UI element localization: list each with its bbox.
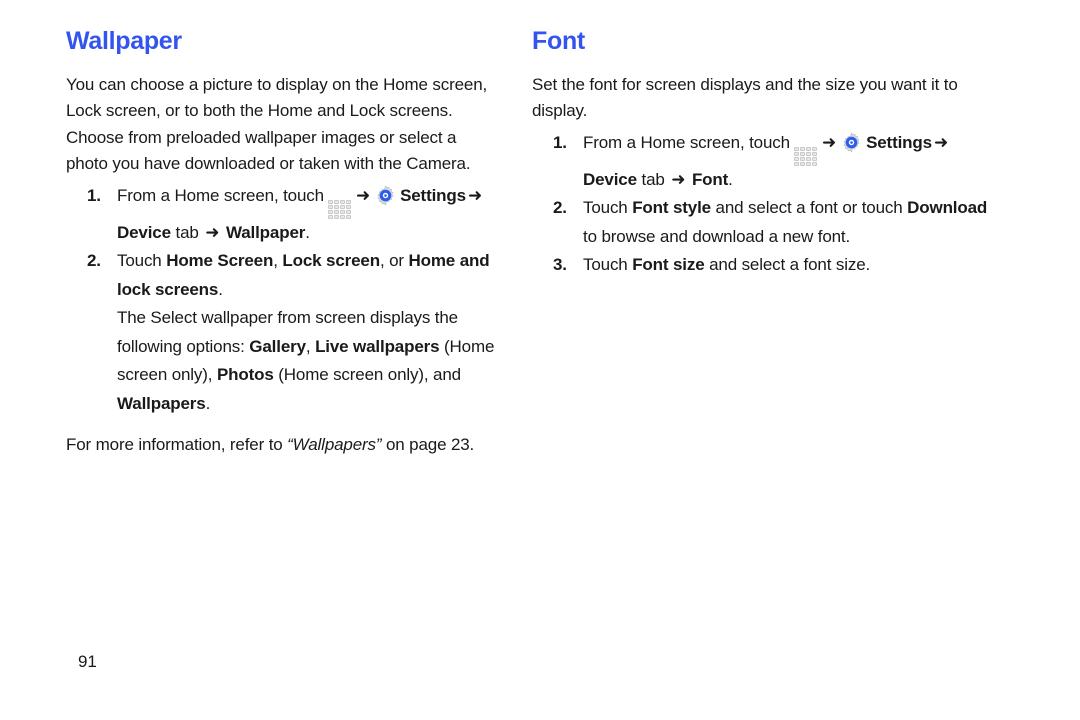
font-style-option: Font style [632, 198, 711, 218]
note-part-0: For more information, refer to [66, 435, 288, 455]
fstep3-part-0: Touch [583, 255, 633, 275]
font-size-option: Font size [632, 255, 705, 275]
wallpaper-step2-subparagraph: The Select wallpaper from screen display… [117, 304, 500, 418]
document-page: Wallpaper You can choose a picture to di… [0, 0, 1080, 720]
period: . [728, 169, 733, 189]
arrow-icon: ➜ [821, 132, 837, 152]
sub-part-8: . [205, 393, 211, 413]
period: . [305, 222, 310, 242]
settings-label: Settings [866, 132, 932, 152]
note-part-2: on page 23. [381, 435, 475, 455]
step-number: 2. [87, 251, 101, 271]
wallpaper-step-1: 1. From a Home screen, touch ➜ Settings ➜ D… [66, 182, 500, 248]
fstep2-part-4: to browse and download a new font. [583, 226, 851, 246]
tab-word: tab [170, 222, 204, 242]
wallpapers-option: Wallpapers [117, 393, 206, 413]
fstep3-part-2: and select a font size. [704, 255, 871, 275]
arrow-icon-2: ➜ [933, 132, 949, 152]
arrow-icon-3: ➜ [671, 169, 686, 189]
step-number: 2. [553, 198, 567, 218]
settings-gear-icon[interactable] [841, 131, 862, 153]
step2-part-2: , [273, 251, 283, 271]
sub-part-6: (Home screen only), and [273, 365, 461, 385]
wallpaper-menu-label: Wallpaper [225, 222, 306, 242]
home-screen-option: Home Screen [166, 251, 274, 271]
settings-label: Settings [400, 185, 466, 205]
page-number: 91 [78, 652, 97, 671]
font-step-3: 3. Touch Font size and select a font size… [532, 251, 1000, 280]
two-column-body: Wallpaper You can choose a picture to di… [0, 27, 1080, 477]
font-menu-label: Font [691, 169, 729, 189]
font-intro-paragraph: Set the font for screen displays and the… [532, 74, 958, 121]
lock-screen-option: Lock screen [282, 251, 380, 271]
tab-word: tab [636, 169, 670, 189]
apps-grid-icon[interactable] [327, 199, 351, 219]
font-step-1: 1. From a Home screen, touch ➜ Settings ➜ D… [532, 129, 1000, 195]
download-option: Download [907, 198, 988, 218]
gallery-option: Gallery [249, 336, 306, 356]
step2-part-0: Touch [117, 251, 167, 271]
settings-gear-icon[interactable] [375, 184, 396, 206]
wallpaper-cross-reference-note: For more information, refer to “Wallpape… [66, 431, 500, 460]
step-text-lead: From a Home screen, touch [583, 132, 790, 152]
device-tab-label: Device [583, 169, 637, 189]
font-step-list: 1. From a Home screen, touch ➜ Settings ➜ D… [532, 129, 1000, 280]
step-number: 1. [553, 132, 567, 152]
column-wallpaper: Wallpaper You can choose a picture to di… [0, 27, 500, 477]
step-number: 3. [553, 255, 567, 275]
apps-grid-icon[interactable] [793, 146, 817, 166]
sub-part-2: , [305, 336, 316, 356]
wallpaper-step-list: 1. From a Home screen, touch ➜ Settings ➜ D… [66, 182, 500, 419]
wallpaper-step-2: 2. Touch Home Screen, Lock screen, or Hom… [66, 247, 500, 418]
page-title-font: Font [532, 27, 585, 55]
wallpapers-reference-title: “Wallpapers” [287, 435, 382, 455]
wallpaper-intro-paragraph: You can choose a picture to display on t… [66, 74, 488, 174]
arrow-icon-3: ➜ [205, 222, 220, 242]
font-step-2: 2. Touch Font style and select a font or … [532, 194, 1000, 251]
step-number: 1. [87, 185, 101, 205]
page-title-wallpaper: Wallpaper [66, 27, 182, 55]
device-tab-label: Device [117, 222, 171, 242]
live-wallpapers-option: Live wallpapers [315, 336, 440, 356]
arrow-icon-2: ➜ [467, 185, 483, 205]
step2-part-6: . [218, 279, 223, 299]
column-font: Font Set the font for screen displays an… [500, 27, 1000, 477]
photos-option: Photos [216, 365, 274, 385]
arrow-icon: ➜ [355, 185, 371, 205]
fstep2-part-0: Touch [583, 198, 633, 218]
step-text-lead: From a Home screen, touch [117, 185, 324, 205]
step2-part-4: , or [379, 251, 409, 271]
fstep2-part-2: and select a font or touch [710, 198, 908, 218]
